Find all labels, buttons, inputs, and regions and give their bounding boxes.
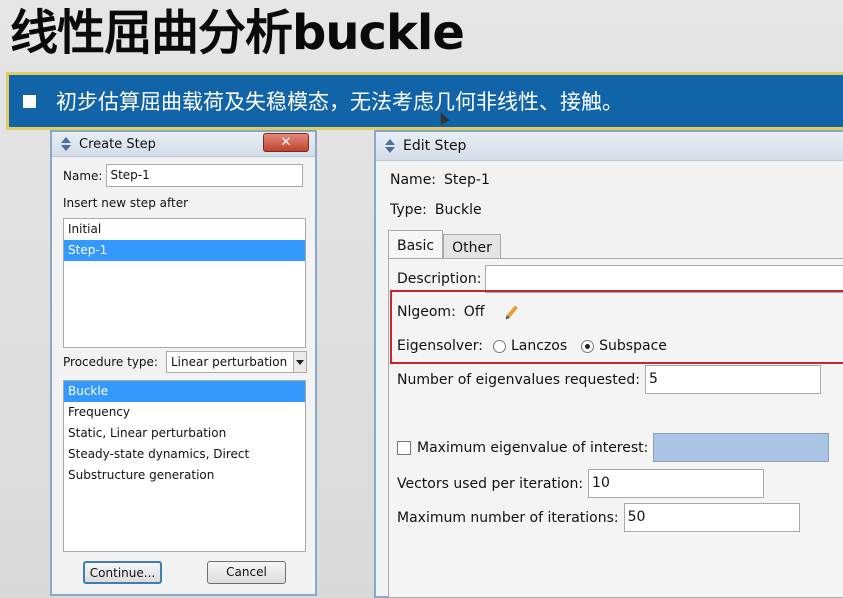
summary-banner: 初步估算屈曲载荷及失稳模态，无法考虑几何非线性、接触。 xyxy=(6,72,843,130)
create-step-title: Create Step xyxy=(79,136,156,152)
name-label: Name: xyxy=(390,172,437,188)
tab-basic[interactable]: Basic xyxy=(388,230,444,261)
continue-button[interactable]: Continue... xyxy=(83,561,162,584)
max-iterations-input[interactable]: 50 xyxy=(623,503,800,532)
vectors-input[interactable]: 10 xyxy=(588,469,765,498)
max-eigenvalue-label: Maximum eigenvalue of interest: xyxy=(417,439,649,456)
edit-step-title: Edit Step xyxy=(403,138,467,154)
procedure-type-label: Procedure type: xyxy=(63,355,158,369)
list-item-selected[interactable]: Buckle xyxy=(64,381,305,402)
step-type-value: Buckle xyxy=(434,202,482,218)
max-iterations-label: Maximum number of iterations: xyxy=(397,509,619,526)
nlgeom-label: Nlgeom: xyxy=(397,304,456,320)
slide-title: 线性屈曲分析buckle xyxy=(10,5,465,61)
procedure-type-select[interactable]: Linear perturbation xyxy=(165,351,308,373)
list-item[interactable]: Frequency xyxy=(64,402,305,423)
list-item[interactable]: Static, Linear perturbation xyxy=(64,423,305,444)
edit-step-titlebar[interactable]: Edit Step xyxy=(376,132,843,161)
step-name-input[interactable]: Step-1 xyxy=(106,164,304,187)
tab-other[interactable]: Other xyxy=(443,234,501,260)
lanczos-radio[interactable] xyxy=(492,339,506,353)
close-button[interactable]: ✕ xyxy=(263,133,309,152)
subspace-label: Subspace xyxy=(599,338,667,354)
step-icon xyxy=(59,137,73,151)
list-item-selected[interactable]: Step-1 xyxy=(64,240,305,261)
bullet-icon xyxy=(23,94,36,108)
procedure-list: Buckle Frequency Static, Linear perturba… xyxy=(63,380,306,552)
step-name-value: Step-1 xyxy=(444,172,490,188)
max-eigenvalue-input xyxy=(653,433,830,462)
edit-step-dialog: Edit Step Name: Step-1 Type: Buckle Basi… xyxy=(374,130,843,598)
create-step-dialog: Create Step ✕ Name: Step-1 Insert new st… xyxy=(50,130,317,596)
step-icon xyxy=(383,139,397,153)
eigensolver-label: Eigensolver: xyxy=(397,338,483,354)
chevron-down-icon[interactable] xyxy=(293,352,307,372)
close-icon: ✕ xyxy=(280,135,292,150)
list-item[interactable]: Substructure generation xyxy=(64,465,305,486)
banner-text: 初步估算屈曲载荷及失稳模态，无法考虑几何非线性、接触。 xyxy=(56,90,623,114)
name-label: Name: xyxy=(63,168,103,183)
subspace-radio[interactable] xyxy=(581,339,595,353)
nlgeom-value: Off xyxy=(463,304,485,320)
create-step-titlebar[interactable]: Create Step ✕ xyxy=(52,132,315,157)
procedure-type-value: Linear perturbation xyxy=(170,355,288,369)
max-eigenvalue-checkbox[interactable] xyxy=(397,440,411,455)
lanczos-label: Lanczos xyxy=(510,338,568,354)
description-input[interactable] xyxy=(485,265,843,293)
type-label: Type: xyxy=(390,202,427,218)
num-eigenvalues-input[interactable]: 5 xyxy=(644,365,821,394)
num-eigenvalues-label: Number of eigenvalues requested: xyxy=(397,371,640,388)
vectors-label: Vectors used per iteration: xyxy=(397,475,584,492)
list-item[interactable]: Steady-state dynamics, Direct xyxy=(64,444,305,465)
step-list: Initial Step-1 xyxy=(63,218,306,348)
insert-after-label: Insert new step after xyxy=(63,196,189,210)
description-label: Description: xyxy=(397,271,482,287)
cancel-button[interactable]: Cancel xyxy=(207,561,286,584)
list-item[interactable]: Initial xyxy=(64,219,305,240)
